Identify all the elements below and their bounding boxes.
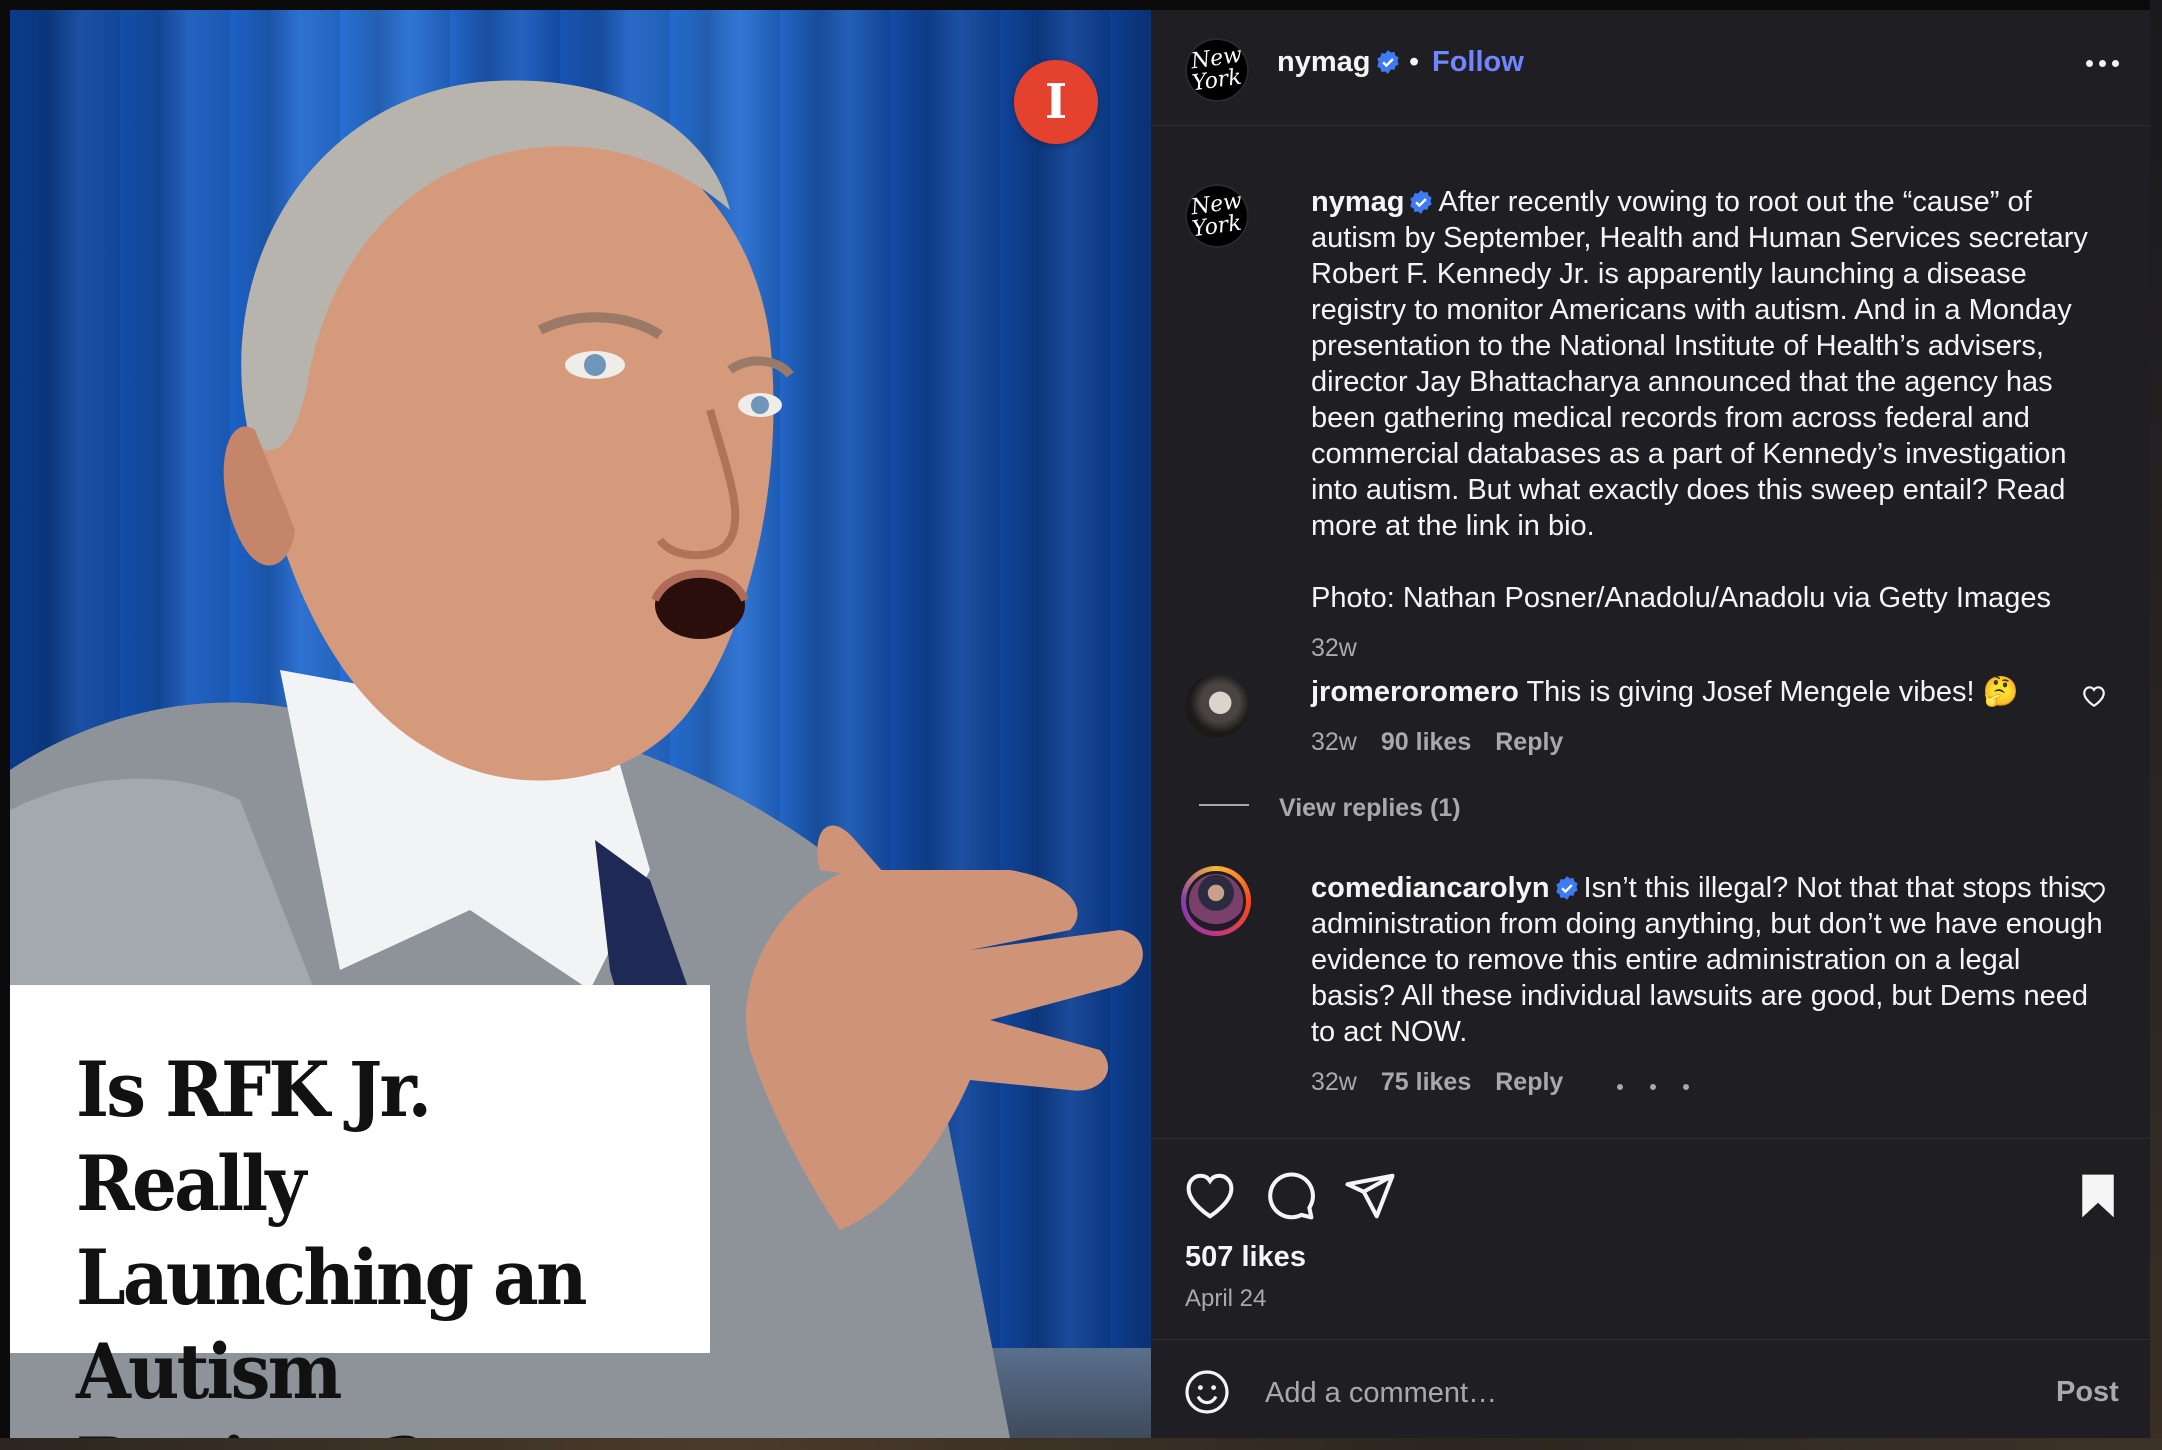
- view-replies-button[interactable]: View replies (1): [1279, 794, 1461, 822]
- comment-time: 32w: [1311, 728, 1357, 756]
- replies-divider: [1199, 804, 1249, 806]
- comment-bubble-icon[interactable]: [1263, 1169, 1317, 1223]
- post-date: April 24: [1185, 1285, 1267, 1312]
- reply-button[interactable]: Reply: [1495, 1068, 1563, 1096]
- verified-badge-icon: [1377, 50, 1399, 74]
- comments-area: New York nymag After recently vowing to r…: [1151, 126, 2150, 1138]
- header-separator: •: [1409, 46, 1420, 78]
- avatar-wordmark-2: York: [1190, 210, 1244, 243]
- more-dot-icon: [1650, 1084, 1657, 1090]
- comment-meta: 32w 90 likes Reply: [1311, 724, 2111, 760]
- nymag-avatar[interactable]: New York: [1185, 38, 1249, 102]
- more-dot-icon: [2112, 60, 2119, 67]
- more-options-button[interactable]: [2083, 54, 2123, 82]
- comment-row: comediancarolyn Isn’t this illegal? Not t…: [1181, 866, 2115, 1120]
- headline-text: Is RFK Jr. Really Launching an Autism Re…: [76, 1045, 587, 1438]
- comment-row: jromeroromero This is giving Josef Menge…: [1185, 674, 2115, 824]
- comment-username[interactable]: comediancarolyn: [1311, 872, 1550, 904]
- comment-likes[interactable]: 75 likes: [1381, 1068, 1471, 1096]
- save-bookmark-icon[interactable]: [2071, 1169, 2125, 1223]
- backdrop-right: [2150, 0, 2162, 1450]
- comment-body: comediancarolyn Isn’t this illegal? Not t…: [1311, 870, 2111, 1100]
- caption-username[interactable]: nymag: [1311, 186, 1404, 218]
- comment-text: This is giving Josef Mengele vibes! 🤔: [1526, 676, 2019, 708]
- emoji-smiley-icon[interactable]: [1183, 1368, 1231, 1416]
- avatar-photo: [1186, 871, 1246, 931]
- reply-button[interactable]: Reply: [1495, 728, 1563, 756]
- share-send-icon[interactable]: [1343, 1169, 1397, 1223]
- headline-card: Is RFK Jr. Really Launching an Autism Re…: [10, 985, 710, 1438]
- more-dot-icon: [2086, 60, 2093, 67]
- action-bar: 507 likes April 24 Post: [1151, 1138, 2150, 1439]
- comment-meta: 32w 75 likes Reply: [1311, 1064, 2111, 1100]
- verified-badge-icon: [1555, 876, 1578, 900]
- comment-like-heart-icon[interactable]: [2081, 880, 2107, 904]
- avatar-wordmark-2: York: [1190, 64, 1244, 97]
- comment-composer: Post: [1151, 1339, 2150, 1440]
- post-header: New York nymag • Follow: [1151, 10, 2150, 126]
- caption-meta: 32w: [1311, 630, 2111, 666]
- view-replies-row: View replies (1): [1199, 790, 2111, 826]
- caption-time: 32w: [1311, 634, 1357, 662]
- comment-input[interactable]: [1263, 1370, 1967, 1416]
- caption-avatar[interactable]: New York: [1185, 184, 1249, 248]
- more-dot-icon: [2099, 60, 2106, 67]
- comment-time: 32w: [1311, 1068, 1357, 1096]
- post-comment-button[interactable]: Post: [2056, 1376, 2119, 1409]
- caption-row: New York nymag After recently vowing to r…: [1185, 184, 2115, 662]
- post-modal: I Is RFK Jr. Really Launching an Autism …: [10, 10, 2150, 1438]
- likes-count[interactable]: 507 likes: [1185, 1241, 1306, 1274]
- follow-button[interactable]: Follow: [1432, 46, 1524, 79]
- more-dot-icon: [1683, 1084, 1690, 1090]
- comment-like-heart-icon[interactable]: [2081, 684, 2107, 708]
- comment-username[interactable]: jromeroromero: [1311, 676, 1519, 708]
- post-image: I Is RFK Jr. Really Launching an Autism …: [10, 10, 1151, 1438]
- header-username[interactable]: nymag: [1277, 46, 1370, 79]
- verified-badge-icon: [1410, 190, 1433, 214]
- comment-more-button[interactable]: [1614, 1068, 1713, 1096]
- caption-text: After recently vowing to root out the “c…: [1311, 186, 2088, 542]
- comediancarolyn-avatar[interactable]: [1181, 866, 1251, 936]
- jromeroromero-avatar[interactable]: [1185, 674, 1249, 738]
- comment-body: jromeroromero This is giving Josef Menge…: [1199, 674, 2111, 826]
- post-side-panel: New York nymag • Follow New York nymag Af…: [1151, 10, 2150, 1438]
- like-heart-icon[interactable]: [1183, 1169, 1237, 1223]
- comment-likes[interactable]: 90 likes: [1381, 728, 1471, 756]
- publisher-badge: I: [1014, 60, 1098, 144]
- more-dot-icon: [1617, 1084, 1624, 1090]
- caption-body: nymag After recently vowing to root out t…: [1311, 184, 2111, 666]
- photo-credit: Photo: Nathan Posner/Anadolu/Anadolu via…: [1311, 582, 2051, 614]
